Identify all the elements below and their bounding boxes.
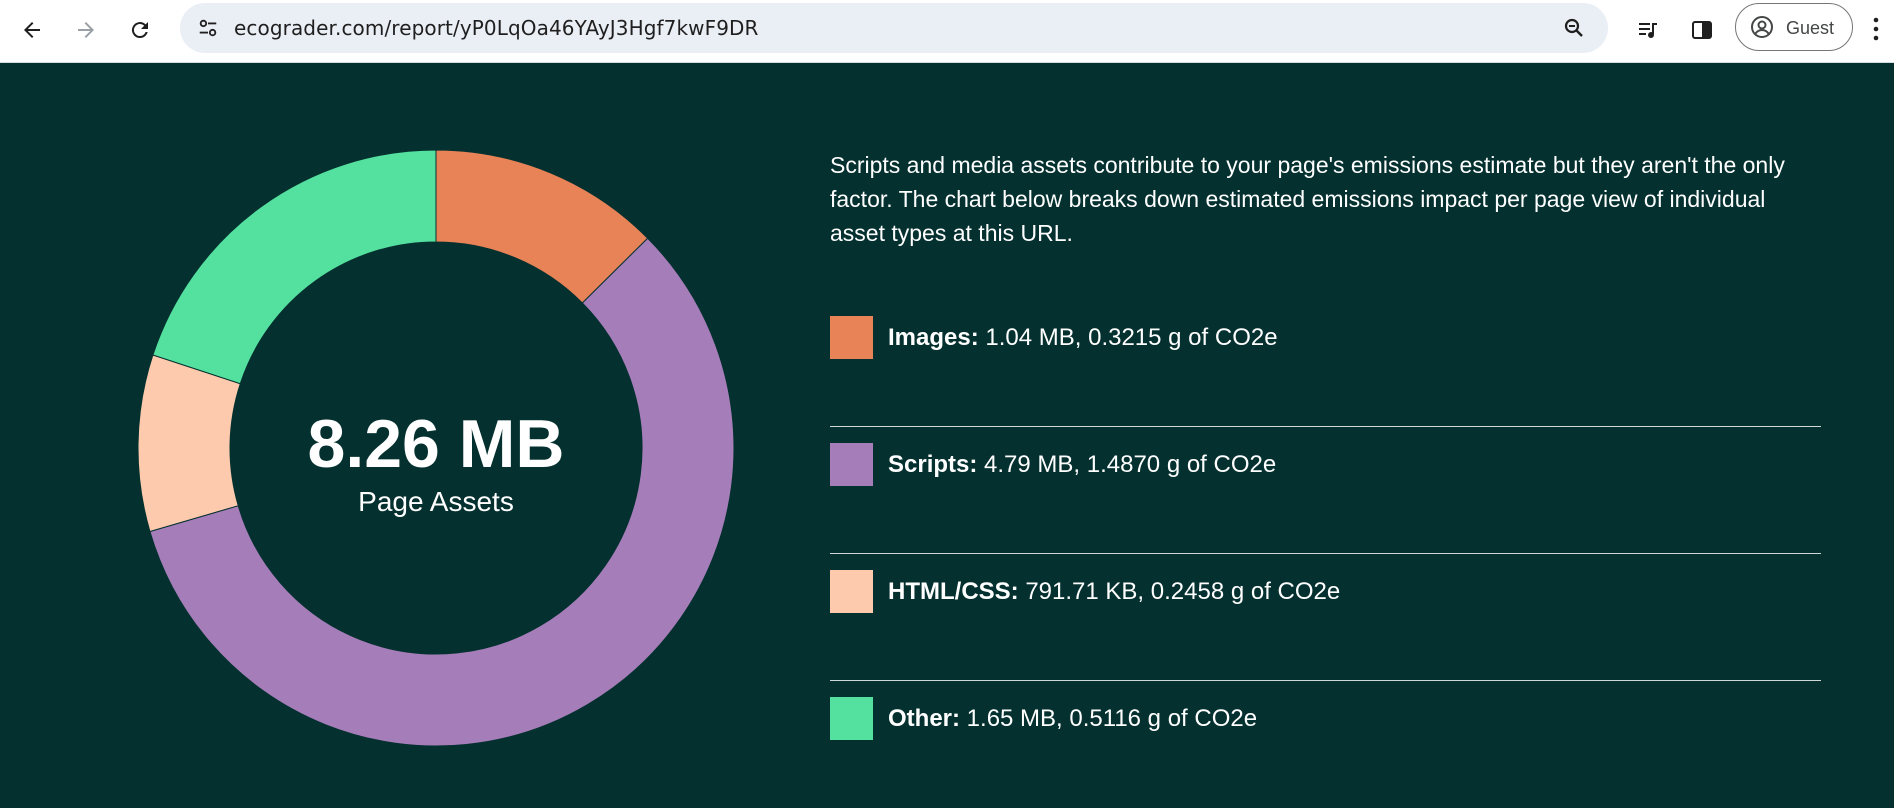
legend-label: Images:: [888, 324, 979, 351]
legend-label: Scripts:: [888, 451, 978, 478]
side-panel-icon: [1692, 21, 1712, 39]
zoom-button[interactable]: [1560, 14, 1588, 42]
address-bar[interactable]: ecograder.com/report/yP0LqOa46YAyJ3Hgf7k…: [180, 3, 1608, 53]
more-menu-icon[interactable]: [1866, 14, 1886, 44]
legend-swatch-scripts: [830, 443, 873, 486]
forward-button[interactable]: [66, 10, 106, 50]
url-text[interactable]: ecograder.com/report/yP0LqOa46YAyJ3Hgf7k…: [234, 16, 759, 40]
back-arrow-icon: [24, 22, 40, 38]
legend-item-images: Images: 1.04 MB, 0.3215 g of CO2e: [830, 300, 1821, 427]
site-settings-icon: [199, 19, 217, 37]
asset-legend: Images: 1.04 MB, 0.3215 g of CO2e Script…: [830, 300, 1821, 808]
side-panel-button[interactable]: [1682, 10, 1722, 50]
donut-slice-html-css: [137, 354, 241, 533]
donut-slice-other: [152, 149, 437, 385]
intro-paragraph: Scripts and media assets contribute to y…: [830, 152, 1785, 246]
legend-swatch-images: [830, 316, 873, 359]
account-icon: [1751, 16, 1773, 38]
reload-button[interactable]: [120, 10, 160, 50]
legend-item-other: Other: 1.65 MB, 0.5116 g of CO2e: [830, 681, 1821, 808]
back-button[interactable]: [12, 10, 52, 50]
profile-button[interactable]: Guest: [1735, 3, 1853, 51]
media-control-icon: [1639, 23, 1657, 38]
legend-detail: 1.65 MB, 0.5116 g of CO2e: [966, 705, 1258, 732]
media-control-button[interactable]: [1628, 10, 1668, 50]
legend-item-html-css: HTML/CSS: 791.71 KB, 0.2458 g of CO2e: [830, 554, 1821, 681]
reload-icon: [131, 22, 148, 39]
forward-arrow-icon: [78, 22, 94, 38]
legend-item-scripts: Scripts: 4.79 MB, 1.4870 g of CO2e: [830, 427, 1821, 554]
profile-label: Guest: [1786, 18, 1835, 38]
total-size-label: Page Assets: [358, 486, 514, 517]
browser-toolbar: ecograder.com/report/yP0LqOa46YAyJ3Hgf7k…: [0, 0, 1894, 63]
legend-label: Other:: [888, 705, 960, 732]
legend-detail: 1.04 MB, 0.3215 g of CO2e: [985, 324, 1278, 351]
legend-swatch-other: [830, 697, 873, 740]
legend-swatch-html-css: [830, 570, 873, 613]
legend-label: HTML/CSS:: [888, 578, 1019, 605]
zoom-icon: [1564, 18, 1583, 37]
site-settings-button[interactable]: [192, 12, 224, 44]
total-size-value: 8.26 MB: [307, 406, 565, 482]
legend-detail: 4.79 MB, 1.4870 g of CO2e: [984, 451, 1277, 478]
legend-detail: 791.71 KB, 0.2458 g of CO2e: [1025, 578, 1341, 605]
